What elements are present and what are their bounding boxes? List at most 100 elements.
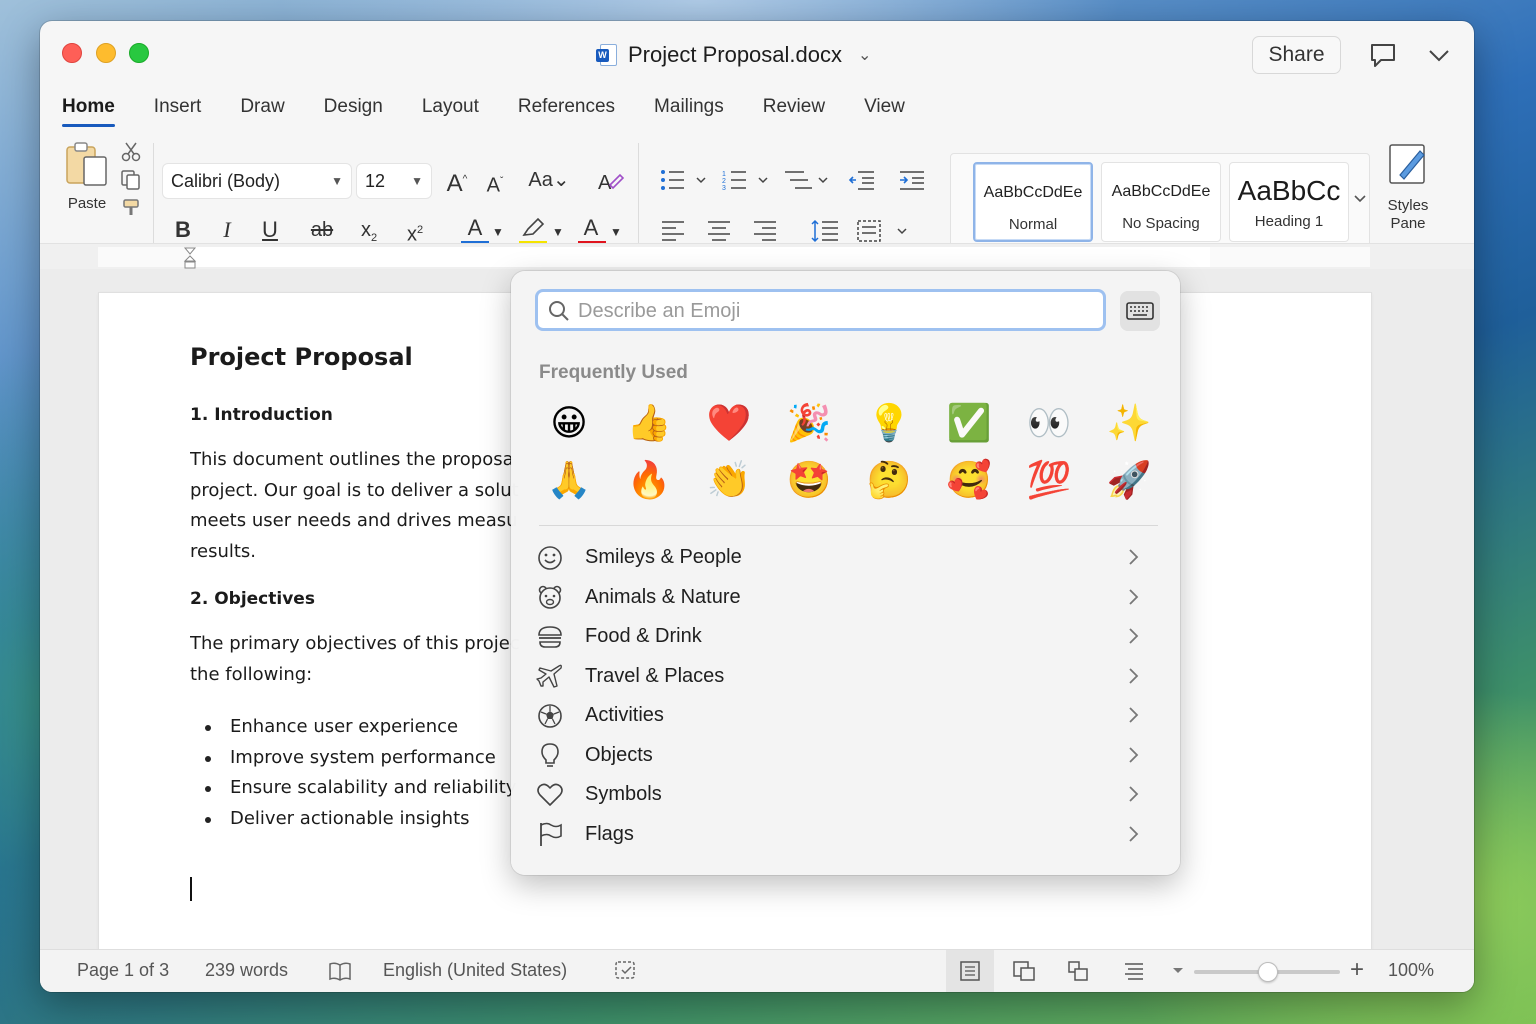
comment-icon[interactable] [1368, 41, 1398, 69]
numbering-icon[interactable]: 123 [722, 169, 772, 191]
style-heading-1[interactable]: AaBbCc Heading 1 [1229, 162, 1349, 242]
subscript-button[interactable]: x2 [354, 215, 384, 245]
increase-indent-icon[interactable] [898, 169, 926, 191]
emoji-star-struck[interactable]: 🤩 [769, 452, 849, 509]
emoji-folded-hands[interactable]: 🙏 [529, 452, 609, 509]
emoji-sparkles[interactable]: ✨ [1089, 395, 1169, 452]
styles-pane-icon[interactable] [1386, 141, 1430, 187]
decrease-indent-icon[interactable] [848, 169, 876, 191]
style-no-spacing[interactable]: AaBbCcDdEe No Spacing [1101, 162, 1221, 242]
font-name-dropdown[interactable]: Calibri (Body) ▼ [162, 163, 352, 199]
emoji-eyes[interactable]: 👀 [1009, 395, 1089, 452]
grow-font-button[interactable]: A^ [442, 165, 472, 197]
category-food-drink[interactable]: Food & Drink [535, 617, 1155, 657]
multilevel-list-icon[interactable] [782, 169, 832, 191]
align-center-icon[interactable] [706, 219, 732, 241]
category-symbols[interactable]: Symbols [535, 775, 1155, 815]
change-case-button[interactable]: Aa⌄ [528, 165, 570, 195]
align-right-icon[interactable] [752, 219, 778, 241]
intro-line: results. [190, 540, 257, 562]
format-painter-icon[interactable] [120, 197, 142, 219]
indent-marker-icon[interactable] [182, 247, 198, 269]
cut-icon[interactable] [120, 141, 142, 163]
shrink-font-button[interactable]: Aˇ [480, 167, 510, 197]
maximize-window-button[interactable] [129, 43, 149, 63]
bullets-icon[interactable] [660, 169, 710, 191]
emoji-search-field[interactable] [535, 289, 1106, 331]
text-effects-button[interactable]: A [576, 213, 606, 243]
emoji-thumbs-up[interactable]: 👍 [609, 395, 689, 452]
tab-layout[interactable]: Layout [422, 93, 479, 125]
tab-design[interactable]: Design [324, 93, 383, 125]
category-smileys-people[interactable]: Smileys & People [535, 538, 1155, 578]
superscript-button[interactable]: x2 [400, 215, 430, 246]
category-animals-nature[interactable]: Animals & Nature [535, 578, 1155, 618]
minimize-window-button[interactable] [96, 43, 116, 63]
category-flags[interactable]: Flags [535, 815, 1155, 855]
underline-button[interactable]: U [255, 215, 285, 245]
category-objects[interactable]: Objects [535, 736, 1155, 776]
keyboard-viewer-icon[interactable] [1120, 291, 1160, 331]
emoji-red-heart[interactable]: ❤️ [689, 395, 769, 452]
emoji-search-input[interactable] [578, 296, 1088, 326]
strikethrough-button[interactable]: ab [304, 215, 340, 245]
style-normal[interactable]: AaBbCcDdEe Normal [973, 162, 1093, 242]
paste-icon[interactable] [64, 141, 110, 189]
styles-pane-label[interactable]: Styles Pane [1374, 197, 1442, 233]
tab-view[interactable]: View [864, 93, 905, 125]
italic-button[interactable]: I [212, 215, 242, 245]
tab-references[interactable]: References [518, 93, 615, 125]
styles-gallery-expand-icon[interactable] [1353, 192, 1367, 206]
bold-button[interactable]: B [168, 215, 198, 245]
paste-label[interactable]: Paste [64, 195, 110, 212]
document-title-menu[interactable]: W Project Proposal.docx ⌄ [596, 41, 871, 69]
emoji-smiling-face-with-hearts[interactable]: 🥰 [929, 452, 1009, 509]
collapse-ribbon-chevron-icon[interactable] [1426, 43, 1452, 67]
page-count[interactable]: Page 1 of 3 [77, 960, 169, 981]
category-label: Activities [585, 704, 664, 727]
read-aloud-book-icon[interactable] [328, 960, 352, 982]
emoji-hundred-points[interactable]: 💯 [1009, 452, 1089, 509]
emoji-category-list: Smileys & People Animals & Nature Food &… [535, 538, 1155, 854]
line-spacing-icon[interactable] [810, 219, 840, 243]
font-name-value: Calibri (Body) [171, 171, 281, 191]
word-count[interactable]: 239 words [205, 960, 288, 981]
close-window-button[interactable] [62, 43, 82, 63]
light-bulb-icon [541, 743, 559, 768]
share-button[interactable]: Share [1252, 36, 1341, 74]
align-left-icon[interactable] [660, 219, 686, 241]
tab-home[interactable]: Home [62, 93, 115, 127]
horizontal-ruler[interactable] [98, 247, 1370, 269]
highlighter-icon[interactable] [518, 215, 548, 241]
draft-view-icon[interactable] [1122, 960, 1146, 982]
outline-view-icon[interactable] [1066, 960, 1090, 982]
category-activities[interactable]: Activities [535, 696, 1155, 736]
emoji-check-mark-button[interactable]: ✅ [929, 395, 1009, 452]
tab-insert[interactable]: Insert [154, 93, 202, 125]
accessibility-check-icon[interactable] [614, 960, 638, 982]
emoji-party-popper[interactable]: 🎉 [769, 395, 849, 452]
zoom-slider-knob[interactable] [1258, 962, 1278, 982]
document-body[interactable]: Project Proposal 1. Introduction This do… [190, 343, 520, 834]
emoji-fire[interactable]: 🔥 [609, 452, 689, 509]
emoji-grinning-face[interactable]: 😀 [529, 395, 609, 452]
language-indicator[interactable]: English (United States) [383, 960, 567, 981]
zoom-level[interactable]: 100% [1388, 960, 1434, 981]
tab-mailings[interactable]: Mailings [654, 93, 724, 125]
category-travel-places[interactable]: Travel & Places [535, 657, 1155, 697]
zoom-in-plus-icon[interactable]: + [1350, 956, 1364, 984]
tab-review[interactable]: Review [763, 93, 825, 125]
clear-formatting-icon[interactable]: A [596, 169, 624, 195]
tab-draw[interactable]: Draw [240, 93, 284, 125]
shading-borders-icon[interactable] [856, 219, 910, 243]
zoom-out-icon[interactable] [1170, 964, 1186, 978]
emoji-light-bulb[interactable]: 💡 [849, 395, 929, 452]
emoji-thinking-face[interactable]: 🤔 [849, 452, 929, 509]
font-color-button[interactable]: A [460, 213, 490, 243]
emoji-clapping-hands[interactable]: 👏 [689, 452, 769, 509]
print-layout-view-icon[interactable] [958, 960, 982, 982]
emoji-rocket[interactable]: 🚀 [1089, 452, 1169, 509]
font-size-dropdown[interactable]: 12 ▼ [356, 163, 432, 199]
web-layout-view-icon[interactable] [1012, 960, 1036, 982]
copy-icon[interactable] [120, 169, 142, 191]
